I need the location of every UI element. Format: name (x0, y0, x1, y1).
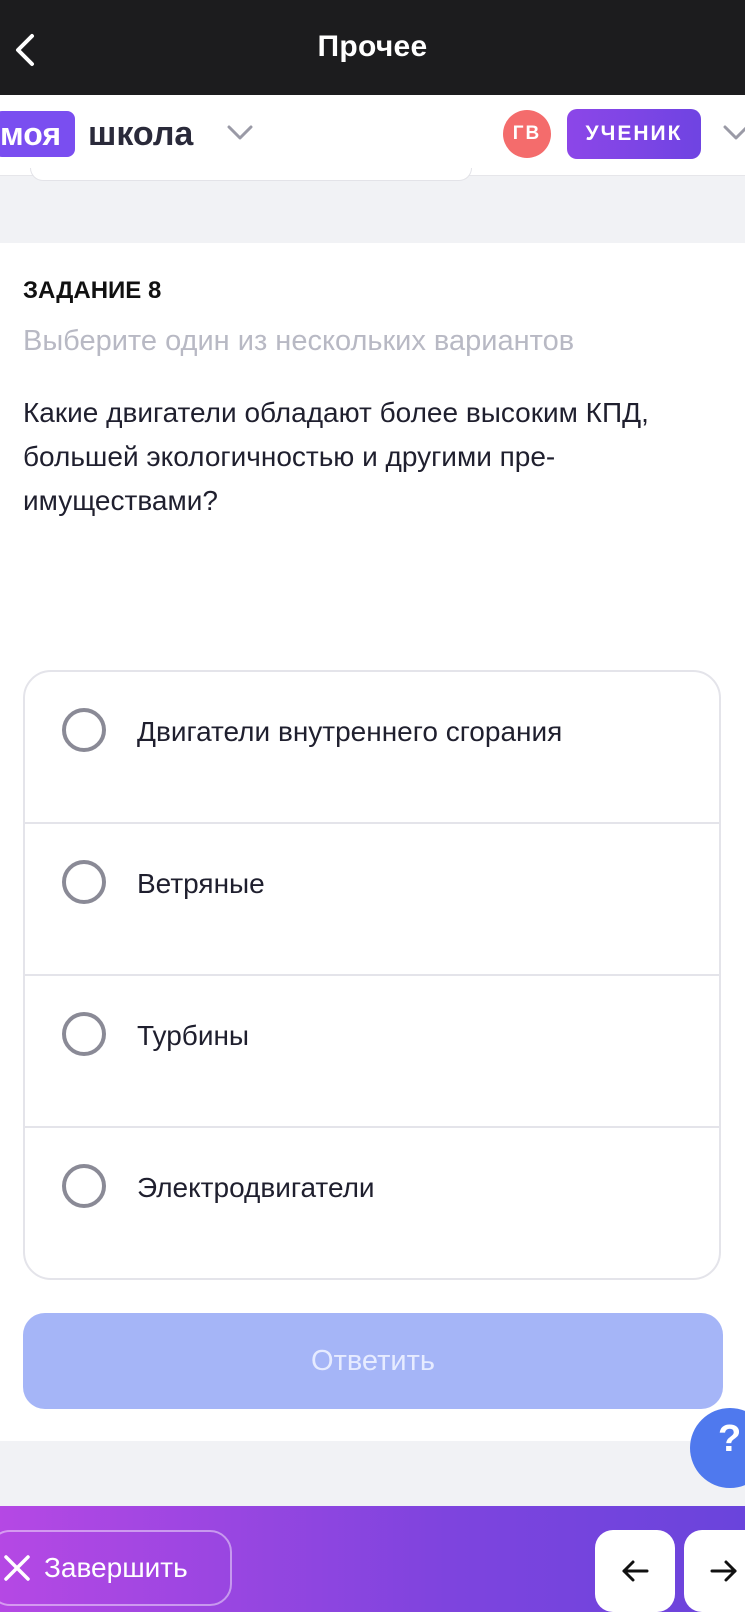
question-text: Какие двигатели обладают более высоким К… (23, 397, 649, 516)
radio-button[interactable] (62, 708, 106, 752)
chevron-down-icon[interactable] (226, 124, 254, 147)
bottom-action-bar: Завершить (0, 1506, 745, 1612)
page-title: Прочее (317, 30, 428, 63)
top-navigation-bar: Прочее (0, 0, 745, 95)
radio-button[interactable] (62, 1012, 106, 1056)
answer-option-label: Двигатели внутреннего сгорания (137, 716, 563, 747)
task-card: ЗАДАНИЕ 8 Выберите один из нескольких ва… (0, 243, 745, 1441)
radio-button[interactable] (62, 860, 106, 904)
finish-button[interactable]: Завершить (0, 1530, 232, 1606)
role-badge[interactable]: УЧЕНИК (567, 109, 701, 159)
logo-shkola: школа (88, 115, 194, 153)
avatar[interactable]: ГВ (503, 110, 551, 158)
radio-button[interactable] (62, 1164, 106, 1208)
task-number: ЗАДАНИЕ 8 (23, 277, 162, 304)
answer-option[interactable]: Электродвигатели (25, 1128, 719, 1278)
arrow-left-icon (622, 1560, 649, 1582)
logo-moya: моя (0, 111, 76, 157)
answer-option[interactable]: Турбины (25, 976, 719, 1128)
chevron-down-icon[interactable] (722, 124, 745, 147)
previous-card-edge (30, 168, 472, 181)
answer-option[interactable]: Ветряные (25, 824, 719, 976)
answer-option-label: Ветряные (137, 868, 265, 899)
arrow-right-icon (710, 1560, 737, 1582)
submit-answer-button[interactable]: Ответить (23, 1313, 723, 1409)
finish-button-label: Завершить (44, 1552, 188, 1583)
answer-option[interactable]: Двигатели внутреннего сгорания (25, 672, 719, 824)
task-hint: Выберите один из нескольких вариантов (23, 325, 575, 357)
answer-option-label: Турбины (137, 1020, 250, 1051)
answer-options: Двигатели внутреннего сгорания Ветряные … (23, 670, 721, 1280)
previous-task-button[interactable] (595, 1530, 675, 1612)
close-icon (2, 1553, 32, 1583)
app-header: моя школа ГВ УЧЕНИК (0, 95, 745, 176)
answer-option-label: Электродвигатели (137, 1172, 375, 1203)
next-task-button[interactable] (684, 1530, 745, 1612)
